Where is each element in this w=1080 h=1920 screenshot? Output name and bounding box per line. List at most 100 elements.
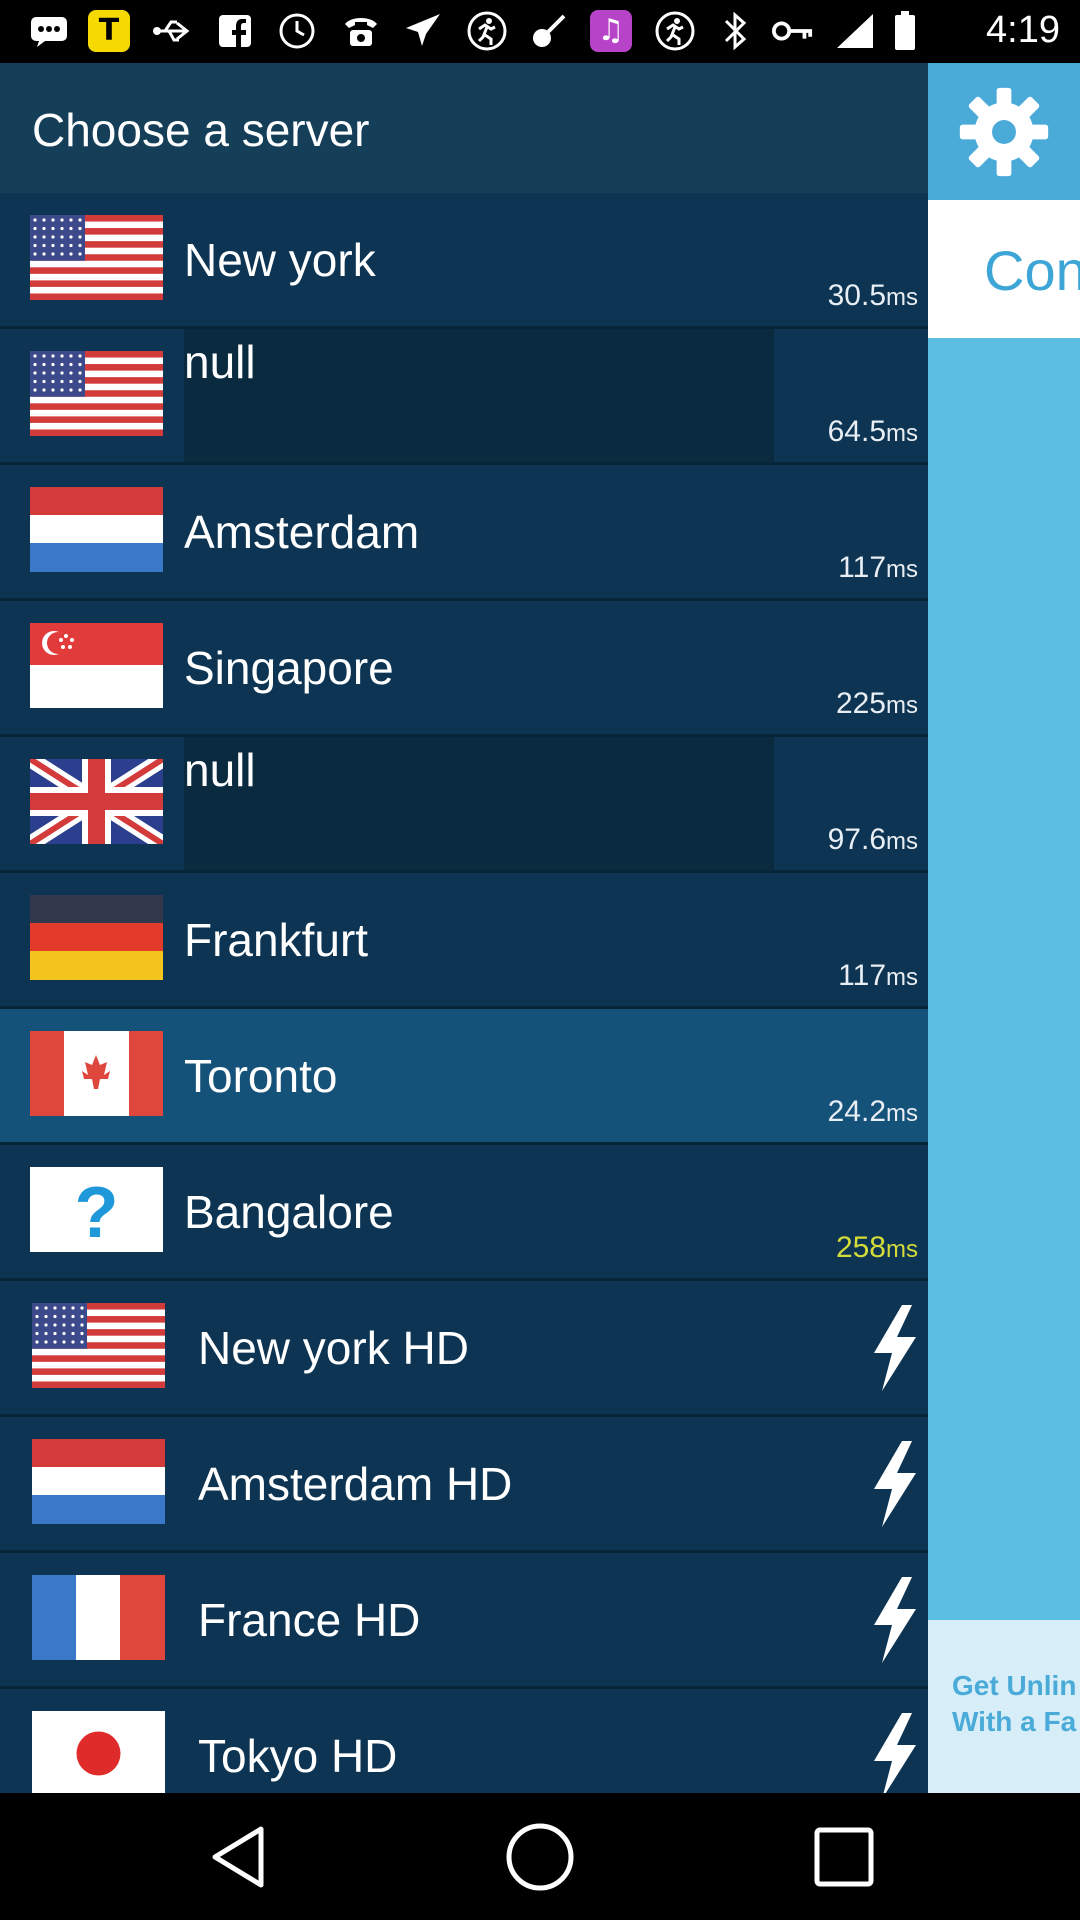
runner-icon: [466, 10, 508, 52]
signal-icon: [834, 10, 876, 52]
ping-unit: ms: [886, 1236, 918, 1263]
ping-unit: ms: [886, 692, 918, 719]
home-icon: [506, 1823, 574, 1891]
bluetooth-icon: [714, 10, 756, 52]
server-ping: 24.2ms: [828, 1095, 918, 1129]
clock-time: 4:19: [986, 9, 1060, 51]
promo-line-1: Get Unlin: [952, 1670, 1077, 1701]
flag-us-icon: [30, 215, 163, 300]
flag-fr-icon: [32, 1575, 165, 1660]
connect-label: Con: [984, 239, 1080, 302]
server-row[interactable]: Toronto 24.2ms: [0, 1009, 928, 1145]
back-icon: [212, 1826, 264, 1888]
flag-sg-icon: [30, 623, 163, 708]
ping-value: 64.5: [827, 415, 886, 448]
ping-unit: ms: [886, 828, 918, 855]
server-name: Amsterdam HD: [198, 1458, 513, 1510]
server-row[interactable]: null 97.6ms: [0, 737, 928, 873]
ping-value: 97.6: [827, 823, 886, 856]
server-ping: 117ms: [838, 551, 918, 585]
server-ping: 64.5ms: [828, 415, 918, 449]
hd-server-row[interactable]: New york HD: [0, 1281, 928, 1417]
server-name: Singapore: [184, 642, 394, 694]
ping-value: 225: [835, 687, 886, 720]
gear-icon: [959, 87, 1049, 176]
ping-value: 24.2: [827, 1095, 886, 1128]
runner-icon: [654, 10, 696, 52]
server-list: New york 30.5ms null 64.5ms Amsterdam 117ms Si…: [0, 193, 928, 1793]
ping-unit: ms: [886, 556, 918, 583]
server-drawer: Choose a server New york 30.5ms null 64.5ms…: [0, 63, 928, 1793]
flag-nl-icon: [32, 1439, 165, 1524]
server-ping: 30.5ms: [828, 279, 918, 313]
status-bar: T ♫ 4:19: [0, 0, 1080, 63]
server-ping: 258ms: [836, 1231, 918, 1265]
server-row[interactable]: null 64.5ms: [0, 329, 928, 465]
back-button[interactable]: [203, 1821, 275, 1893]
server-row[interactable]: New york 30.5ms: [0, 193, 928, 329]
lightning-icon: [864, 1575, 924, 1665]
ping-value: 117: [838, 959, 886, 992]
home-button[interactable]: [504, 1821, 576, 1893]
svg-text:?: ?: [75, 1173, 119, 1252]
server-name: Tokyo HD: [198, 1730, 398, 1782]
drawer-header: Choose a server: [0, 63, 928, 193]
usb-icon: [152, 10, 194, 52]
key-icon: [772, 10, 814, 52]
flag-de-icon: [30, 895, 163, 980]
server-row[interactable]: Amsterdam 117ms: [0, 465, 928, 601]
server-ping: 225ms: [836, 687, 918, 721]
server-name: null: [184, 329, 774, 462]
flag-gb-icon: [30, 759, 163, 844]
promo-line-2: With a Fa: [952, 1706, 1077, 1737]
server-name: New york: [184, 234, 376, 286]
server-row[interactable]: Singapore 225ms: [0, 601, 928, 737]
hd-server-row[interactable]: Amsterdam HD: [0, 1417, 928, 1553]
page-title: Choose a server: [32, 104, 370, 156]
battery-icon: [884, 10, 926, 52]
phone-icon: [340, 10, 382, 52]
flag-us-icon: [30, 351, 163, 436]
airplane-icon: [402, 10, 444, 52]
server-name: Toronto: [184, 1050, 338, 1102]
message-icon: [28, 10, 70, 52]
hd-server-row[interactable]: Tokyo HD: [0, 1689, 928, 1793]
clock-icon: [276, 10, 318, 52]
ping-unit: ms: [886, 420, 918, 447]
server-ping: 117ms: [838, 959, 918, 993]
connect-button[interactable]: Con: [928, 200, 1080, 338]
server-name: null: [184, 737, 774, 870]
lightning-icon: [864, 1303, 924, 1393]
ping-unit: ms: [886, 964, 918, 991]
ping-value: 258: [835, 1231, 886, 1264]
promo-banner[interactable]: Get Unlin With a Fa: [928, 1620, 1080, 1793]
settings-button[interactable]: [928, 63, 1080, 200]
flag-ca-icon: [30, 1031, 163, 1116]
tt-app-icon: T: [88, 10, 130, 52]
ping-value: 30.5: [827, 279, 886, 312]
server-row[interactable]: ? Bangalore 258ms: [0, 1145, 928, 1281]
recents-icon: [814, 1827, 874, 1887]
server-name: Bangalore: [184, 1186, 394, 1238]
flag-jp-icon: [32, 1711, 165, 1793]
server-name: France HD: [198, 1594, 421, 1646]
lightning-icon: [864, 1439, 924, 1529]
ping-unit: ms: [886, 284, 918, 311]
hd-server-row[interactable]: France HD: [0, 1553, 928, 1689]
recents-button[interactable]: [808, 1821, 880, 1893]
server-row[interactable]: Frankfurt 117ms: [0, 873, 928, 1009]
lightning-icon: [864, 1711, 924, 1793]
server-name: Frankfurt: [184, 914, 369, 966]
server-name: New york HD: [198, 1322, 469, 1374]
flag-nl-icon: [30, 487, 163, 572]
server-name: Amsterdam: [184, 506, 420, 558]
guitar-icon: [528, 10, 570, 52]
music-icon: ♫: [590, 10, 632, 52]
facebook-icon: [214, 10, 256, 52]
server-ping: 97.6ms: [828, 823, 918, 857]
flag-us-icon: [32, 1303, 165, 1388]
flag-unknown-icon: ?: [30, 1167, 163, 1252]
ping-value: 117: [838, 551, 886, 584]
navigation-bar: [0, 1793, 1080, 1920]
ping-unit: ms: [886, 1100, 918, 1127]
